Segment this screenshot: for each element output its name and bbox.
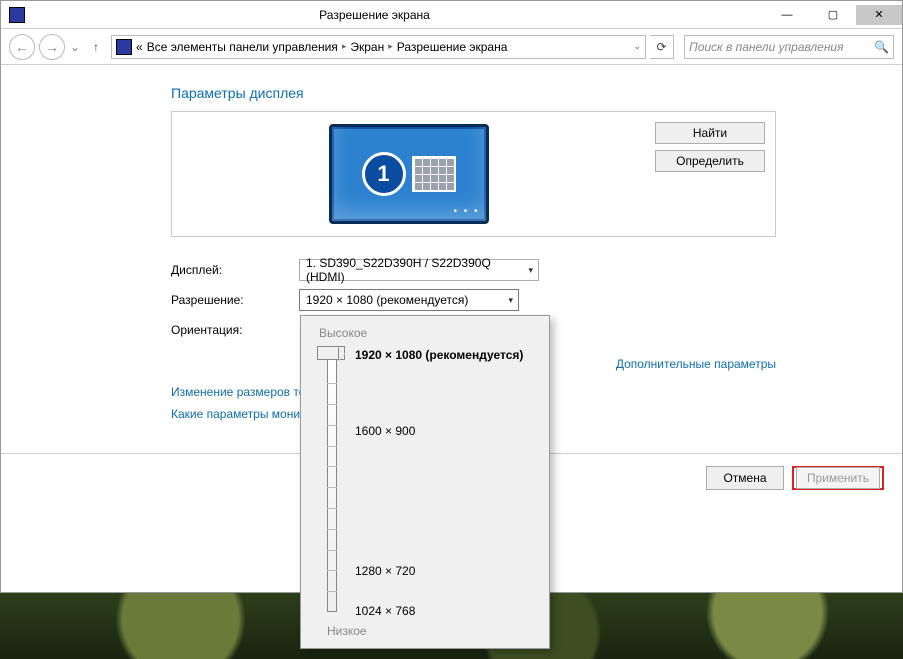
window-buttons: — ▢ ✕ (764, 5, 902, 25)
maximize-button[interactable]: ▢ (810, 5, 856, 25)
display-row: Дисплей: 1. SD390_S22D390H / S22D390Q (H… (171, 255, 776, 285)
apply-button[interactable]: Применить (796, 467, 880, 489)
resolution-row: Разрешение: 1920 × 1080 (рекомендуется) … (171, 285, 776, 315)
find-button[interactable]: Найти (655, 122, 765, 144)
up-button[interactable]: ↑ (85, 36, 107, 58)
minimize-button[interactable]: — (764, 5, 810, 25)
advanced-settings-link[interactable]: Дополнительные параметры (616, 357, 776, 371)
breadcrumb-3[interactable]: Разрешение экрана (397, 40, 508, 54)
resolution-option-1600[interactable]: 1600 × 900 (355, 424, 415, 438)
titlebar: Разрешение экрана — ▢ ✕ (1, 1, 902, 29)
resolution-slider-thumb[interactable] (317, 346, 345, 360)
crumb-sep-2: ▸ (388, 41, 393, 52)
chevron-down-icon: ▾ (508, 295, 513, 306)
refresh-button[interactable]: ⟳ (650, 35, 674, 59)
window-title: Разрешение экрана (0, 8, 764, 22)
display-preview-box: 1 • • • Найти Определить (171, 111, 776, 237)
monitor-icon[interactable]: 1 • • • (329, 124, 489, 224)
search-placeholder: Поиск в панели управления (689, 40, 874, 54)
resolution-slider-track[interactable] (327, 352, 337, 612)
monitor-params-link[interactable]: Какие параметры мони (171, 407, 300, 421)
address-bar[interactable]: « Все элементы панели управления ▸ Экран… (111, 35, 646, 59)
apply-button-highlight: Применить (792, 466, 884, 490)
resolution-dropdown-panel[interactable]: Высокое 1920 × 1080 (рекомендуется) 1600… (300, 315, 550, 649)
navigation-bar: ← → ⌄ ↑ « Все элементы панели управления… (1, 29, 902, 65)
slider-high-label: Высокое (319, 326, 539, 340)
crumb-prefix: « (136, 40, 143, 54)
forward-button[interactable]: → (39, 34, 65, 60)
address-dropdown-icon[interactable]: ⌄ (633, 41, 641, 52)
back-button[interactable]: ← (9, 34, 35, 60)
cancel-button[interactable]: Отмена (706, 466, 784, 490)
page-heading: Параметры дисплея (171, 85, 776, 101)
identify-button[interactable]: Определить (655, 150, 765, 172)
monitor-dots: • • • (453, 206, 479, 217)
monitor-grid-icon (412, 156, 456, 192)
resolution-label: Разрешение: (171, 293, 299, 307)
resolution-select[interactable]: 1920 × 1080 (рекомендуется) ▾ (299, 289, 519, 311)
display-label: Дисплей: (171, 263, 299, 277)
search-icon: 🔍 (874, 40, 889, 54)
slider-low-label: Низкое (327, 624, 367, 638)
monitor-number: 1 (362, 152, 406, 196)
control-panel-icon (116, 39, 132, 55)
display-value: 1. SD390_S22D390H / S22D390Q (HDMI) (306, 256, 532, 284)
resolution-option-1280[interactable]: 1280 × 720 (355, 564, 415, 578)
resolution-value: 1920 × 1080 (рекомендуется) (306, 293, 468, 307)
close-button[interactable]: ✕ (856, 5, 902, 25)
resize-text-link[interactable]: Изменение размеров те (171, 385, 305, 399)
resolution-option-1920[interactable]: 1920 × 1080 (рекомендуется) (355, 348, 523, 362)
history-dropdown-icon[interactable]: ⌄ (69, 40, 81, 54)
breadcrumb-2[interactable]: Экран (350, 40, 384, 54)
resolution-option-1024[interactable]: 1024 × 768 (355, 604, 415, 618)
crumb-sep-1: ▸ (342, 41, 347, 52)
display-select[interactable]: 1. SD390_S22D390H / S22D390Q (HDMI) ▾ (299, 259, 539, 281)
search-box[interactable]: Поиск в панели управления 🔍 (684, 35, 894, 59)
breadcrumb-1[interactable]: Все элементы панели управления (147, 40, 338, 54)
orientation-label: Ориентация: (171, 323, 299, 337)
chevron-down-icon: ▾ (528, 265, 533, 276)
display-preview[interactable]: 1 • • • (172, 112, 645, 236)
preview-side-buttons: Найти Определить (645, 112, 775, 236)
